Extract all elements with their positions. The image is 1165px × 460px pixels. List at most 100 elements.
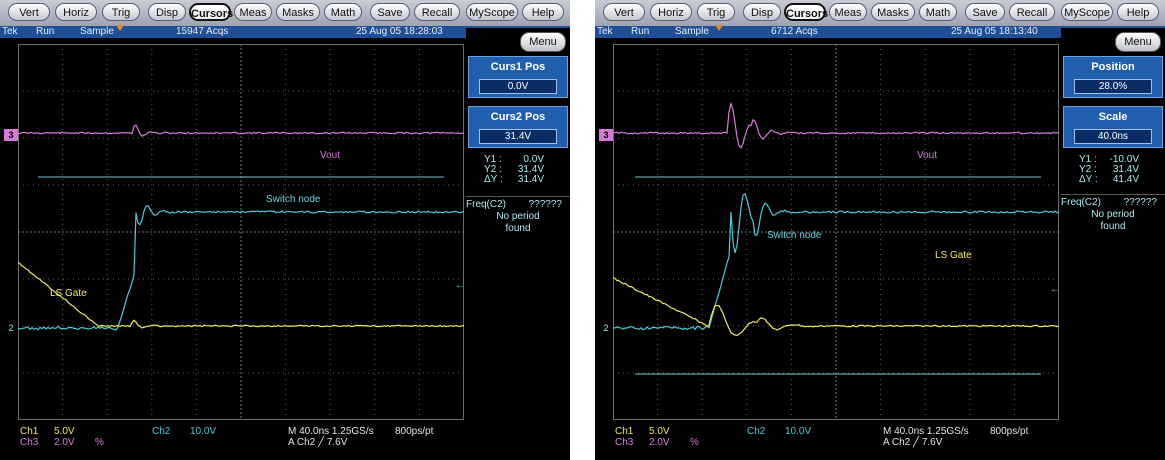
- vout-label: Vout: [320, 150, 341, 161]
- ch3-scale: 2.0V: [54, 437, 75, 448]
- menu-recall-button[interactable]: Recall: [1009, 3, 1055, 21]
- ch3-suffix: %: [95, 437, 104, 448]
- ch3-label[interactable]: Ch3: [615, 437, 633, 448]
- ch2-marker[interactable]: 2: [4, 322, 18, 334]
- trigger-position-icon: [116, 25, 124, 31]
- ch3-marker[interactable]: 3: [4, 129, 18, 141]
- freq-msg: found: [505, 223, 531, 234]
- panel-value[interactable]: 31.4V: [479, 129, 557, 144]
- run-state: Run: [631, 26, 650, 37]
- position-panel[interactable]: Position 28.0%: [1063, 56, 1163, 98]
- ch3-label[interactable]: Ch3: [20, 437, 38, 448]
- acq-mode: Sample: [80, 26, 114, 37]
- panel-title: Curs1 Pos: [490, 61, 546, 73]
- bottom-readout: Ch1 5.0V Ch2 10.0V Ch3 2.0V % M 40.0ns 1…: [595, 424, 1165, 460]
- menu-vert-button[interactable]: Vert: [8, 3, 50, 21]
- panel-value[interactable]: 28.0%: [1074, 79, 1152, 94]
- side-panel: Menu Curs1 Pos 0.0V Curs2 Pos 31.4V Y1 :…: [466, 28, 570, 448]
- freq-readout: Freq(C2) ?????? No period found: [466, 196, 570, 234]
- graticule-grid: [613, 44, 1059, 420]
- trigger-readout[interactable]: A Ch2 ╱ 7.6V: [883, 437, 942, 448]
- panel-value[interactable]: 40.0ns: [1074, 129, 1152, 144]
- menu-save-button[interactable]: Save: [965, 3, 1005, 21]
- menu-button[interactable]: Menu: [1115, 32, 1161, 52]
- menu-save-button[interactable]: Save: [370, 3, 410, 21]
- acq-mode: Sample: [675, 26, 709, 37]
- ch2-marker[interactable]: 2: [599, 322, 613, 334]
- menu-button[interactable]: Menu: [520, 32, 566, 52]
- menu-disp-button[interactable]: Disp: [743, 3, 781, 21]
- graticule-svg: [612, 44, 1060, 420]
- ch1-scale: 5.0V: [54, 426, 75, 437]
- panel-title: Curs2 Pos: [490, 111, 546, 123]
- menu-bar: Vert Horiz Trig Disp Cursors Meas Masks …: [0, 0, 570, 26]
- ch3-trace-vout: [17, 124, 465, 137]
- menu-help-button[interactable]: Help: [522, 3, 564, 21]
- menu-meas-button[interactable]: Meas: [829, 3, 867, 21]
- trigger-readout[interactable]: A Ch2 ╱ 7.6V: [288, 437, 347, 448]
- scope-screen-left: Vert Horiz Trig Disp Cursors Meas Masks …: [0, 0, 570, 460]
- panel-title: Position: [1091, 61, 1135, 73]
- menu-vert-button[interactable]: Vert: [603, 3, 645, 21]
- menu-myscope-button[interactable]: MyScope: [466, 3, 518, 21]
- ch1-label[interactable]: Ch1: [20, 426, 38, 437]
- freq-readout: Freq(C2) ?????? No period found: [1061, 194, 1165, 232]
- vout-label: Vout: [917, 150, 938, 161]
- menu-myscope-button[interactable]: MyScope: [1061, 3, 1113, 21]
- menu-math-button[interactable]: Math: [324, 3, 362, 21]
- menu-trig-button[interactable]: Trig: [697, 3, 735, 21]
- freq-msg: No period: [1091, 209, 1135, 220]
- ch3-scale: 2.0V: [649, 437, 670, 448]
- brand-label: Tek: [2, 26, 18, 37]
- menu-cursors-button[interactable]: Cursors: [189, 3, 233, 21]
- panel-title: Scale: [1098, 111, 1128, 123]
- brand-label: Tek: [597, 26, 613, 37]
- menu-bar: Vert Horiz Trig Disp Cursors Meas Masks …: [595, 0, 1165, 26]
- side-panel: Menu Position 28.0% Scale 40.0ns Y1 : -1…: [1061, 28, 1165, 448]
- menu-meas-button[interactable]: Meas: [234, 3, 272, 21]
- ch1-trace-gate: [612, 277, 1060, 337]
- freq-label: Freq(C2): [1061, 197, 1102, 208]
- curs1-pos-panel[interactable]: Curs1 Pos 0.0V: [468, 56, 568, 98]
- trigger-position-icon: [715, 25, 723, 31]
- menu-horiz-button[interactable]: Horiz: [650, 3, 692, 21]
- freq-msg: found: [1100, 221, 1126, 232]
- ch2-scale: 10.0V: [785, 426, 812, 437]
- graticule-svg: [17, 44, 465, 420]
- acq-count: 15947 Acqs: [176, 26, 229, 37]
- sample-rate: 800ps/pt: [990, 426, 1029, 437]
- switch-node-label: Switch node: [767, 230, 822, 241]
- scale-panel[interactable]: Scale 40.0ns: [1063, 106, 1163, 148]
- ch2-label[interactable]: Ch2: [152, 426, 170, 437]
- ch1-label[interactable]: Ch1: [615, 426, 633, 437]
- menu-math-button[interactable]: Math: [919, 3, 957, 21]
- dy-value: 31.4V: [517, 174, 544, 185]
- trigger-level-icon: ←: [455, 280, 465, 291]
- ch2-label[interactable]: Ch2: [747, 426, 765, 437]
- freq-label: Freq(C2): [466, 199, 507, 210]
- datetime: 25 Aug 05 18:28:03: [356, 26, 443, 37]
- datetime: 25 Aug 05 18:13:40: [951, 26, 1038, 37]
- menu-recall-button[interactable]: Recall: [414, 3, 460, 21]
- menu-masks-button[interactable]: Masks: [871, 3, 915, 21]
- run-state: Run: [36, 26, 55, 37]
- menu-masks-button[interactable]: Masks: [276, 3, 320, 21]
- panel-value[interactable]: 0.0V: [479, 79, 557, 94]
- ch1-scale: 5.0V: [649, 426, 670, 437]
- switch-node-label: Switch node: [266, 194, 321, 205]
- ls-gate-label: LS Gate: [50, 288, 87, 299]
- ch3-suffix: %: [690, 437, 699, 448]
- bottom-readout: Ch1 5.0V Ch2 10.0V Ch3 2.0V % M 40.0ns 1…: [0, 424, 570, 460]
- curs2-pos-panel[interactable]: Curs2 Pos 31.4V: [468, 106, 568, 148]
- ch2-scale: 10.0V: [190, 426, 217, 437]
- timebase[interactable]: M 40.0ns 1.25GS/s: [883, 426, 969, 437]
- menu-help-button[interactable]: Help: [1117, 3, 1159, 21]
- freq-value: ??????: [528, 199, 562, 210]
- menu-horiz-button[interactable]: Horiz: [55, 3, 97, 21]
- menu-trig-button[interactable]: Trig: [102, 3, 140, 21]
- menu-disp-button[interactable]: Disp: [148, 3, 186, 21]
- scope-screen-right: Vert Horiz Trig Disp Cursors Meas Masks …: [595, 0, 1165, 460]
- ch3-marker[interactable]: 3: [599, 129, 613, 141]
- timebase[interactable]: M 40.0ns 1.25GS/s: [288, 426, 374, 437]
- menu-cursors-button[interactable]: Cursors: [784, 3, 828, 21]
